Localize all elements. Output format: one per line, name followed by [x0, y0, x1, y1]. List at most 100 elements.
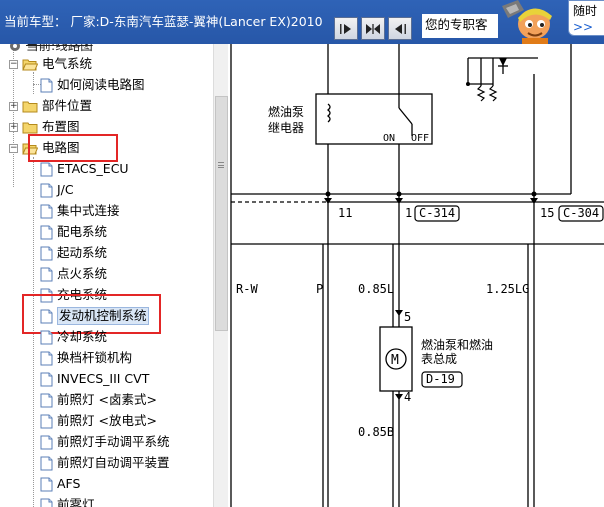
wire-p-label: P: [316, 282, 323, 296]
document-icon: [40, 393, 53, 407]
navigation-buttons: [334, 17, 412, 41]
document-icon: [40, 267, 53, 281]
document-icon: [40, 246, 53, 260]
grip-icon: [218, 162, 224, 168]
tree-label: AFS: [57, 476, 81, 491]
tree-label: J/C: [57, 182, 74, 197]
pin-15-label: 15: [540, 206, 554, 220]
wire-085l-label: 0.85L: [358, 282, 394, 296]
tree-label: 部件位置: [42, 98, 93, 113]
tree-item-front-fog-lamp[interactable]: 前雾灯: [40, 495, 95, 507]
tree-item-headlamp-manual-leveling[interactable]: 前照灯手动调平系统: [40, 432, 170, 452]
document-icon: [40, 498, 53, 507]
bubble-text: 随时: [573, 4, 598, 18]
expand-arrows-icon: [366, 23, 380, 34]
tree-item-central-connection[interactable]: 集中式连接: [40, 201, 120, 221]
pump-label-2: 表总成: [421, 352, 457, 366]
relay-off-label: OFF: [411, 133, 429, 144]
folder-icon: [22, 122, 38, 133]
expand-toggle[interactable]: +: [9, 123, 18, 132]
document-icon: [40, 183, 53, 197]
tree-label: 换档杆锁机构: [57, 350, 133, 365]
wire-rw-label: R-W: [236, 282, 258, 296]
tree-label: INVECS_III CVT: [57, 371, 150, 386]
app-window: 当前车型： 厂家:D-东南汽车蓝瑟-翼神(Lancer EX)2010 您的专职…: [0, 0, 604, 507]
expand-toggle[interactable]: +: [9, 102, 18, 111]
document-icon: [40, 204, 53, 218]
gear-icon: [10, 44, 20, 51]
document-icon: [40, 372, 53, 386]
tree-item-jc[interactable]: J/C: [40, 180, 74, 200]
tree-label: 集中式连接: [57, 203, 120, 218]
highlight-box: [28, 134, 118, 162]
tree-item-cooling-system[interactable]: 冷却系统: [40, 327, 107, 347]
pin-11-label: 11: [338, 206, 352, 220]
top-header: 当前车型： 厂家:D-东南汽车蓝瑟-翼神(Lancer EX)2010 您的专职…: [0, 0, 604, 44]
tree-label: 如何阅读电路图: [57, 77, 145, 92]
document-icon: [40, 456, 53, 470]
collapse-toggle[interactable]: −: [9, 60, 18, 69]
tree-item-etacs-ecu[interactable]: ETACS_ECU: [40, 159, 129, 179]
document-icon: [40, 78, 53, 92]
connector-c304: C-304: [563, 206, 599, 220]
document-icon: [40, 225, 53, 239]
collapse-toggle[interactable]: −: [9, 144, 18, 153]
pump-label-1: 燃油泵和燃油: [421, 337, 493, 352]
expand-both-button[interactable]: [361, 17, 385, 40]
folder-icon: [22, 101, 38, 112]
tree-item-afs[interactable]: AFS: [40, 474, 80, 494]
scrollbar-thumb[interactable]: [215, 96, 228, 331]
service-slogan: 您的专职客: [422, 14, 498, 38]
document-icon: [40, 330, 53, 344]
tree-label: 冷却系统: [57, 329, 108, 344]
tree-item-electrical-system[interactable]: 电气系统: [22, 54, 92, 74]
pin-1-label: 1: [405, 206, 412, 220]
tree-item-shift-lock[interactable]: 换档杆锁机构: [40, 348, 132, 368]
tree-label: 前照灯手动调平系统: [57, 434, 170, 449]
connector-d19: D-19: [426, 372, 455, 386]
tree-label: 前照灯自动调平装置: [57, 455, 170, 470]
tree-label: 前雾灯: [57, 497, 95, 507]
bubble-more-link[interactable]: >>: [573, 19, 604, 35]
tree-item-component-location[interactable]: 部件位置: [22, 96, 92, 116]
relay-label-1: 燃油泵: [268, 104, 304, 119]
catalog-tree: 当前:线路图 − 电气系统 如何阅读电路图 + 部件位置 + 布置图 − 电路图: [0, 44, 213, 507]
previous-page-button[interactable]: [388, 17, 412, 40]
help-bubble[interactable]: 随时 >>: [568, 0, 604, 36]
tree-label: 配电系统: [57, 224, 108, 239]
document-icon: [40, 414, 53, 428]
tree-item-headlamp-discharge[interactable]: 前照灯 <放电式>: [40, 411, 157, 431]
document-icon: [40, 435, 53, 449]
vehicle-model-title: 当前车型： 厂家:D-东南汽车蓝瑟-翼神(Lancer EX)2010: [4, 14, 323, 29]
tree-item-headlamp-auto-leveling[interactable]: 前照灯自动调平装置: [40, 453, 170, 473]
tree-label: 电气系统: [42, 56, 93, 71]
tree-label: 前照灯 <放电式>: [57, 413, 157, 428]
tree-label: 起动系统: [57, 245, 108, 260]
relay-label-2: 继电器: [268, 121, 304, 135]
tree-item-how-to-read[interactable]: 如何阅读电路图: [40, 75, 145, 95]
tree-item-invecs-cvt[interactable]: INVECS_III CVT: [40, 369, 149, 389]
relay-on-label: ON: [383, 133, 395, 144]
next-page-button[interactable]: [334, 17, 358, 40]
tree-item-power-distribution[interactable]: 配电系统: [40, 222, 107, 242]
wire-125lg-label: 1.25LG: [486, 282, 529, 296]
folder-open-icon: [22, 59, 38, 70]
play-left-icon: [395, 23, 406, 34]
play-right-icon: [340, 23, 351, 34]
wiring-diagram-canvas: 燃油泵 继电器 ON OFF 11 1 C-314 15 C-304 R-W P…: [228, 44, 604, 507]
tree-scrollbar[interactable]: [213, 44, 228, 507]
pin-5-label: 5: [404, 310, 411, 324]
document-icon: [40, 162, 53, 176]
motor-symbol: M: [391, 353, 399, 368]
wire-085b-label: 0.85B: [358, 425, 394, 439]
tree-item-ignition-system[interactable]: 点火系统: [40, 264, 107, 284]
document-icon: [40, 351, 53, 365]
pin-4-label: 4: [404, 390, 411, 404]
tree-label: 点火系统: [57, 266, 108, 281]
document-icon: [40, 477, 53, 491]
tree-label: 前照灯 <卤素式>: [57, 392, 157, 407]
tree-label: ETACS_ECU: [57, 161, 129, 176]
tree-item-starting-system[interactable]: 起动系统: [40, 243, 107, 263]
mechanic-mascot-icon: [502, 0, 552, 44]
tree-item-headlamp-halogen[interactable]: 前照灯 <卤素式>: [40, 390, 157, 410]
